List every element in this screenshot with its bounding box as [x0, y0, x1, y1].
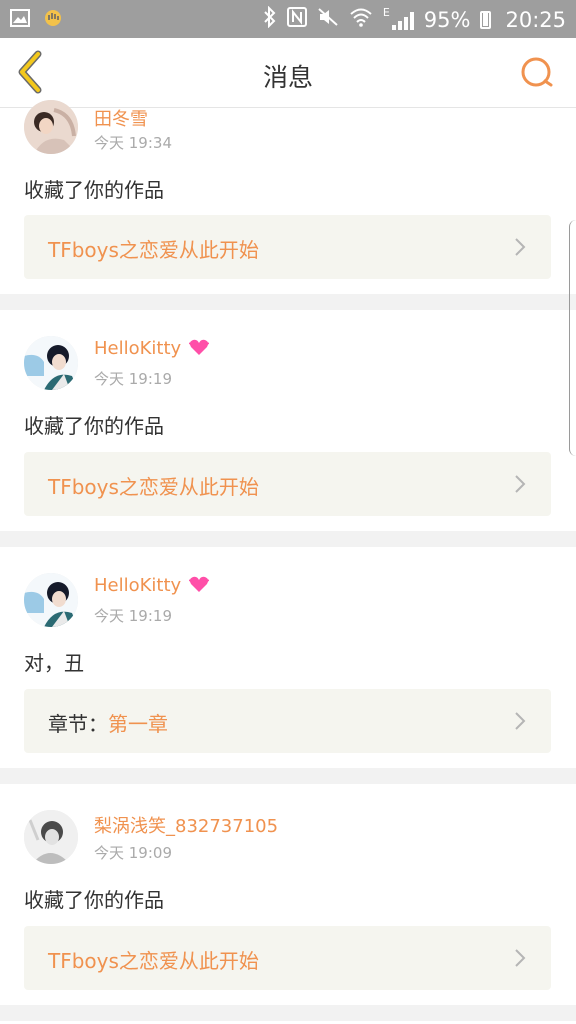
heart-icon [188, 339, 209, 355]
app-header: 消息 [0, 38, 576, 108]
timestamp: 今天 19:09 [94, 844, 172, 862]
timestamp: 今天 19:19 [94, 607, 172, 625]
message-item: 梨涡浅笑_832737105 今天 19:09 收藏了你的作品 TFboys之恋… [0, 784, 576, 1005]
message-item: 田冬雪 今天 19:34 收藏了你的作品 TFboys之恋爱从此开始 [0, 100, 576, 294]
chevron-right-icon [515, 238, 526, 256]
divider [0, 1005, 576, 1021]
work-link[interactable]: TFboys之恋爱从此开始 [24, 926, 551, 990]
page-title: 消息 [262, 63, 313, 92]
chevron-right-icon [515, 949, 526, 967]
divider [0, 294, 576, 310]
work-title-text: TFboys之恋爱从此开始 [48, 238, 259, 262]
search-button[interactable] [518, 54, 556, 92]
hand-icon [44, 8, 62, 32]
wifi-icon [349, 7, 373, 32]
username[interactable]: 梨涡浅笑_832737105 [94, 812, 278, 838]
edge-panel-handle[interactable] [569, 220, 576, 456]
divider [0, 768, 576, 784]
message-text: 收藏了你的作品 [24, 178, 164, 202]
message-text: 收藏了你的作品 [24, 414, 164, 438]
work-link[interactable]: TFboys之恋爱从此开始 [24, 452, 551, 516]
chapter-name: 第一章 [108, 712, 168, 736]
status-bar: E 95% 20:25 [0, 0, 576, 38]
image-icon [10, 9, 30, 31]
username[interactable]: 田冬雪 [94, 105, 148, 131]
chevron-right-icon [515, 475, 526, 493]
work-title: TFboys之恋爱从此开始 [48, 471, 259, 500]
avatar[interactable] [24, 573, 78, 627]
bluetooth-icon [263, 5, 277, 33]
chapter-label: 章节： [48, 712, 108, 736]
battery-icon [480, 10, 492, 29]
avatar[interactable] [24, 100, 78, 154]
chapter-link[interactable]: 章节：第一章 [24, 689, 551, 753]
work-link[interactable]: TFboys之恋爱从此开始 [24, 215, 551, 279]
signal-icon [391, 10, 414, 30]
avatar[interactable] [24, 810, 78, 864]
work-title-text: TFboys之恋爱从此开始 [48, 475, 259, 499]
message-text: 收藏了你的作品 [24, 888, 164, 912]
work-title-text: TFboys之恋爱从此开始 [48, 949, 259, 973]
timestamp: 今天 19:19 [94, 370, 172, 388]
work-title: TFboys之恋爱从此开始 [48, 234, 259, 263]
timestamp: 今天 19:34 [94, 134, 172, 152]
username[interactable]: HelloKitty [94, 338, 209, 359]
clock: 20:25 [505, 7, 566, 32]
chapter-title: 章节：第一章 [48, 708, 168, 737]
search-icon [521, 57, 553, 87]
network-type: E [382, 6, 390, 19]
avatar[interactable] [24, 336, 78, 390]
nfc-icon [286, 7, 307, 32]
work-title: TFboys之恋爱从此开始 [48, 945, 259, 974]
divider [0, 531, 576, 547]
username-text: HelloKitty [94, 338, 182, 359]
heart-icon [188, 576, 209, 592]
message-item: HelloKitty 今天 19:19 收藏了你的作品 TFboys之恋爱从此开… [0, 310, 576, 531]
mute-icon [317, 7, 339, 32]
chevron-right-icon [515, 712, 526, 730]
message-text: 对，丑 [24, 651, 84, 675]
username[interactable]: HelloKitty [94, 575, 209, 596]
username-text: HelloKitty [94, 575, 182, 596]
message-item: HelloKitty 今天 19:19 对，丑 章节：第一章 [0, 547, 576, 768]
battery-text: 95% [423, 7, 471, 32]
